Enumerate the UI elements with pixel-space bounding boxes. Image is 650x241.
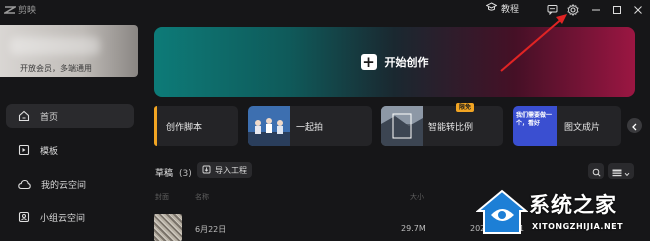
tile-thumbnail (248, 106, 290, 146)
draft-size: 29.7M (401, 224, 426, 233)
minimize-icon[interactable] (589, 3, 602, 16)
vip-promo-banner[interactable]: 开放会员，多端通用 (0, 25, 138, 77)
chevron-down-icon (624, 162, 630, 181)
view-mode-dropdown[interactable] (608, 163, 634, 179)
column-header-cover: 封面 (155, 193, 169, 201)
app-logo: 剪映 (4, 3, 36, 16)
tile-text-to-video[interactable]: 我们需要做一个，看好 图文成片 (513, 106, 621, 146)
banner-blurred-graphic (10, 37, 100, 55)
drafts-title: 草稿 (155, 169, 174, 179)
tutorial-label: 教程 (501, 5, 520, 15)
tile-smart-ratio[interactable]: 智能转比例 (381, 106, 503, 146)
sidebar-item-label: 首页 (40, 112, 59, 123)
search-icon (592, 162, 601, 181)
feedback-icon[interactable] (546, 3, 559, 16)
draft-thumbnail[interactable] (154, 214, 182, 241)
template-icon (18, 144, 30, 156)
start-creating-label: 开始创作 (384, 56, 429, 69)
tile-label: 图文成片 (564, 123, 601, 133)
watermark-subtitle: XITONGZHIJIA.NET (532, 222, 624, 231)
tile-label: 一起拍 (296, 123, 324, 133)
sidebar-item-templates[interactable]: 模板 (6, 138, 134, 162)
site-watermark: 系统之家 XITONGZHIJIA.NET (472, 187, 650, 241)
tile-thumbnail (381, 106, 423, 146)
sidebar-item-label: 我的云空间 (41, 180, 87, 191)
import-label: 导入工程 (215, 165, 247, 175)
tile-accent (154, 106, 157, 146)
close-icon[interactable] (631, 3, 644, 16)
thumbnail-caption: 我们需要做一个，看好 (516, 112, 553, 127)
column-header-name[interactable]: 名称 (195, 192, 209, 202)
sidebar-item-home[interactable]: 首页 (6, 104, 134, 128)
chevron-left-icon (631, 116, 638, 135)
sidebar-item-my-cloud[interactable]: 我的云空间 (6, 172, 134, 196)
title-bar: 剪映 教程 (0, 0, 650, 20)
app-name: 剪映 (18, 6, 37, 16)
tile-label: 创作脚本 (166, 123, 203, 133)
free-badge: 限免 (456, 103, 475, 112)
group-cloud-icon (18, 211, 30, 223)
search-button[interactable] (588, 163, 604, 179)
column-header-size[interactable]: 大小 (410, 192, 424, 202)
start-creating-button[interactable]: + 开始创作 (154, 27, 635, 97)
drafts-count: (3) (179, 169, 192, 179)
graduation-cap-icon (485, 2, 498, 15)
home-icon (18, 110, 30, 122)
tile-thumbnail: 我们需要做一个，看好 (513, 106, 557, 146)
plus-icon: + (360, 52, 377, 71)
maximize-icon[interactable] (610, 3, 623, 16)
logo-icon (4, 5, 16, 15)
draft-name[interactable]: 6月22日 (195, 224, 226, 235)
tutorial-button[interactable]: 教程 (485, 2, 520, 15)
cloud-icon (18, 179, 31, 190)
tile-script[interactable]: 创作脚本 (154, 106, 238, 146)
watermark-title: 系统之家 (529, 193, 617, 217)
list-view-icon (612, 162, 622, 181)
sidebar-item-group-cloud[interactable]: 小组云空间 (6, 205, 134, 229)
import-icon (202, 165, 211, 176)
carousel-prev-button[interactable] (627, 118, 642, 133)
sidebar-item-label: 模板 (40, 146, 59, 157)
settings-gear-icon[interactable] (566, 3, 579, 16)
tile-label: 智能转比例 (428, 123, 474, 133)
vip-tagline: 开放会员，多端通用 (20, 64, 92, 73)
watermark-logo-icon (476, 189, 528, 234)
drafts-header: 草稿 (3) (155, 166, 192, 179)
sidebar-item-label: 小组云空间 (40, 213, 86, 224)
tile-shoot-together[interactable]: 一起拍 (248, 106, 372, 146)
import-project-button[interactable]: 导入工程 (197, 162, 252, 178)
